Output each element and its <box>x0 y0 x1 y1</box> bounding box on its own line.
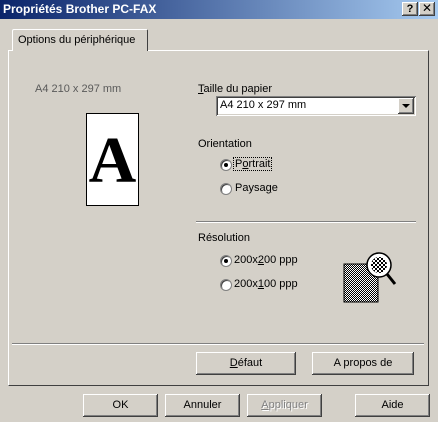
res-fine-label[interactable]: 200x200 ppp <box>234 254 298 266</box>
question-icon: ? <box>406 3 414 15</box>
paper-size-value: A4 210 x 297 mm <box>220 99 307 111</box>
res-standard-label[interactable]: 200x100 ppp <box>234 278 298 290</box>
close-icon: ✕ <box>421 1 433 15</box>
properties-dialog: Propriétés Brother PC-FAX ? ✕ Options du… <box>0 0 438 422</box>
landscape-label[interactable]: Paysage <box>235 182 278 194</box>
paper-size-label-mnemonic: T <box>198 83 204 95</box>
about-button-label: A propos de <box>333 357 393 369</box>
preview-letter: A <box>88 124 137 197</box>
ok-button[interactable]: OK <box>83 394 158 417</box>
portrait-radio[interactable] <box>220 159 232 171</box>
paper-size-label: Taille du papier <box>198 83 272 95</box>
paper-size-caption: A4 210 x 297 mm <box>35 83 122 95</box>
divider-buttons <box>12 343 424 345</box>
orientation-label: Orientation <box>198 138 252 150</box>
resolution-label: Résolution <box>198 232 250 244</box>
divider-resolution <box>196 221 416 223</box>
default-button[interactable]: Défaut <box>196 352 296 375</box>
apply-button[interactable]: Appliquer <box>247 394 322 417</box>
default-button-label: Défaut <box>229 357 263 369</box>
cancel-button-label: Annuler <box>183 399 222 411</box>
title-bar[interactable]: Propriétés Brother PC-FAX ? ✕ <box>0 0 438 19</box>
landscape-mnemonic: g <box>265 182 272 194</box>
tab-device-options[interactable]: Options du périphérique <box>12 29 148 51</box>
res-fine-mnemonic: 2 <box>257 254 264 266</box>
portrait-mnemonic: o <box>242 158 249 170</box>
res-fine-radio[interactable] <box>220 255 232 267</box>
res-standard-radio[interactable] <box>220 279 232 291</box>
about-button[interactable]: A propos de <box>312 352 414 375</box>
tab-label: Options du périphérique <box>18 34 136 46</box>
default-mnemonic: D <box>229 357 238 369</box>
resolution-magnifier-icon <box>343 252 397 303</box>
page-preview: A <box>86 113 139 206</box>
window-title: Propriétés Brother PC-FAX <box>3 2 157 16</box>
apply-mnemonic: A <box>261 399 269 411</box>
landscape-radio[interactable] <box>220 183 232 195</box>
help-button[interactable]: Aide <box>355 394 430 417</box>
chevron-down-icon[interactable] <box>398 98 414 114</box>
portrait-label[interactable]: Portrait <box>232 157 273 171</box>
ok-button-label: OK <box>112 399 129 411</box>
paper-size-select[interactable]: A4 210 x 297 mm <box>216 96 416 116</box>
cancel-button[interactable]: Annuler <box>165 394 240 417</box>
help-title-button[interactable]: ? <box>402 2 418 16</box>
close-button[interactable]: ✕ <box>419 2 435 16</box>
apply-button-label: Appliquer <box>261 399 308 411</box>
help-button-label: Aide <box>381 399 404 411</box>
res-standard-mnemonic: 1 <box>257 278 264 290</box>
